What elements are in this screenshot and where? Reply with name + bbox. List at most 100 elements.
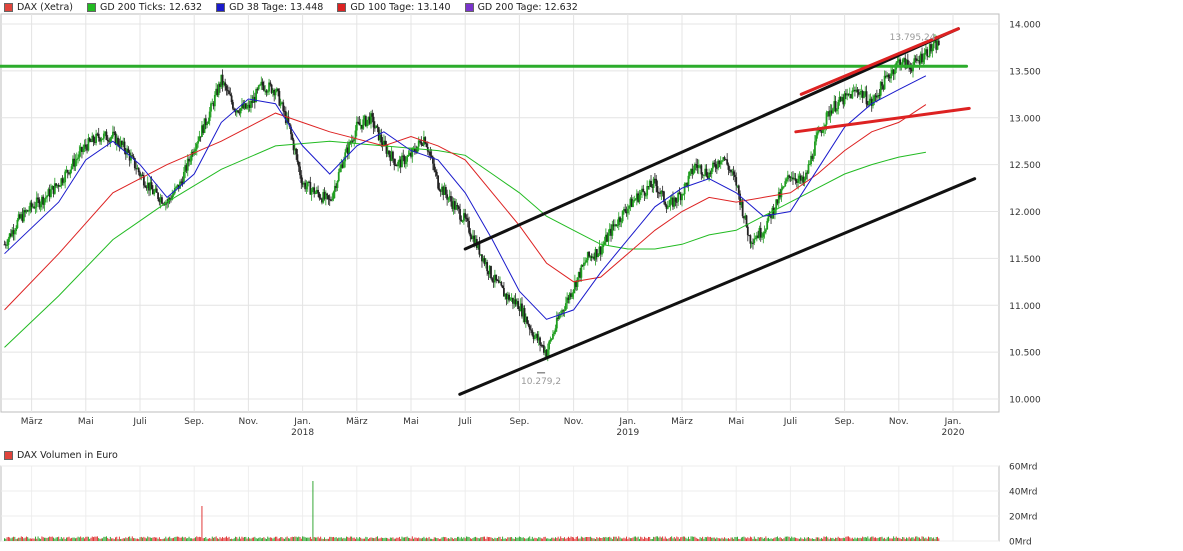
- candle-body: [292, 139, 295, 151]
- candle-body: [746, 226, 749, 236]
- x-tick-label: Sep.: [509, 417, 529, 427]
- candle-body: [384, 140, 387, 145]
- candle-body: [372, 116, 375, 128]
- candle-body: [339, 168, 341, 173]
- candle-body: [137, 168, 140, 173]
- candle-body: [863, 95, 865, 98]
- candle-body: [237, 110, 239, 113]
- candle-body: [362, 119, 365, 129]
- candle-body: [468, 220, 470, 233]
- candle-body: [584, 262, 587, 264]
- candle-body: [393, 158, 396, 165]
- candle-body: [464, 213, 467, 218]
- candle-body: [102, 133, 105, 139]
- candle-body: [688, 171, 691, 176]
- candle-body: [539, 337, 541, 345]
- candle-body: [619, 217, 621, 222]
- candle-body: [229, 94, 232, 96]
- candle-body: [266, 91, 269, 93]
- candle-body: [28, 210, 30, 212]
- candle-body: [558, 315, 561, 319]
- candle-body: [490, 266, 492, 279]
- candle-body: [206, 123, 209, 126]
- candle-body: [13, 231, 16, 235]
- x-tick-label: Jan.: [293, 417, 311, 427]
- candle-body: [687, 175, 690, 186]
- candle-body: [300, 175, 303, 183]
- legend-swatch: [337, 2, 347, 12]
- candle-body: [197, 141, 199, 144]
- candle-body: [553, 332, 556, 334]
- candle-body: [437, 175, 439, 189]
- candle-body: [639, 192, 642, 196]
- candle-body: [588, 251, 590, 257]
- candle-body: [348, 141, 350, 154]
- candle-body: [721, 160, 723, 162]
- x-tick-label: Nov.: [889, 417, 909, 427]
- x-tick-label: Mai: [728, 417, 744, 427]
- candle-body: [7, 238, 10, 245]
- candle-body: [807, 164, 810, 174]
- candle-body: [741, 201, 744, 217]
- candle-body: [144, 185, 147, 188]
- candle-body: [624, 209, 627, 212]
- candle-body: [509, 299, 512, 301]
- candle-body: [127, 148, 130, 153]
- candle-body: [407, 155, 410, 157]
- candle-body: [780, 189, 783, 198]
- candle-body: [666, 207, 669, 209]
- candle-body: [549, 339, 552, 342]
- volume-tick-label: 0Mrd: [1009, 538, 1032, 548]
- candle-body: [318, 193, 321, 199]
- x-tick-year: 2019: [616, 428, 639, 438]
- high-label: 13.795,24: [890, 33, 936, 43]
- candle-body: [868, 100, 871, 106]
- candle-body: [563, 309, 566, 311]
- candle-body: [416, 146, 419, 153]
- candle-body: [922, 59, 925, 63]
- legend-label: GD 200 Tage: 12.632: [477, 1, 578, 13]
- candle-body: [835, 109, 838, 112]
- candle-body: [371, 113, 374, 117]
- candle-body: [580, 265, 583, 278]
- candle-body: [674, 197, 677, 202]
- legend-label: DAX (Xetra): [17, 1, 73, 13]
- candle-body: [110, 136, 113, 139]
- candle-body: [859, 92, 861, 95]
- x-tick-label: Juli: [783, 417, 797, 427]
- x-tick-label: Nov.: [564, 417, 584, 427]
- candle-body: [459, 208, 461, 220]
- candle-body: [668, 205, 670, 208]
- candle-body: [546, 349, 549, 357]
- candle-body: [726, 159, 729, 165]
- candle-body: [901, 59, 904, 65]
- candle-body: [291, 134, 294, 140]
- candle-body: [380, 134, 383, 143]
- candle-body: [208, 111, 211, 121]
- candle-body: [621, 210, 624, 222]
- candle-body: [808, 164, 811, 166]
- candle-body: [207, 120, 210, 124]
- candle-body: [213, 94, 216, 107]
- candle-body: [100, 139, 103, 142]
- candle-body: [607, 233, 610, 242]
- candle-body: [78, 151, 81, 158]
- candle-body: [259, 84, 261, 86]
- candle-body: [883, 75, 886, 90]
- candle-body: [781, 187, 784, 190]
- candle-body: [297, 161, 300, 167]
- candle-body: [816, 132, 819, 136]
- y-tick-label: 10.000: [1009, 396, 1041, 406]
- candle-body: [330, 199, 332, 201]
- candle-body: [70, 166, 73, 170]
- legend-swatch: [86, 2, 96, 12]
- legend-item: GD 200 Tage: 12.632: [464, 1, 578, 13]
- candle-body: [433, 163, 436, 171]
- candle-body: [82, 148, 85, 152]
- candle-body: [896, 61, 899, 63]
- candle-body: [466, 218, 469, 221]
- candle-body: [262, 85, 265, 91]
- volume-tick-label: 40Mrd: [1009, 488, 1037, 498]
- candle-body: [759, 227, 762, 238]
- candle-body: [404, 161, 407, 165]
